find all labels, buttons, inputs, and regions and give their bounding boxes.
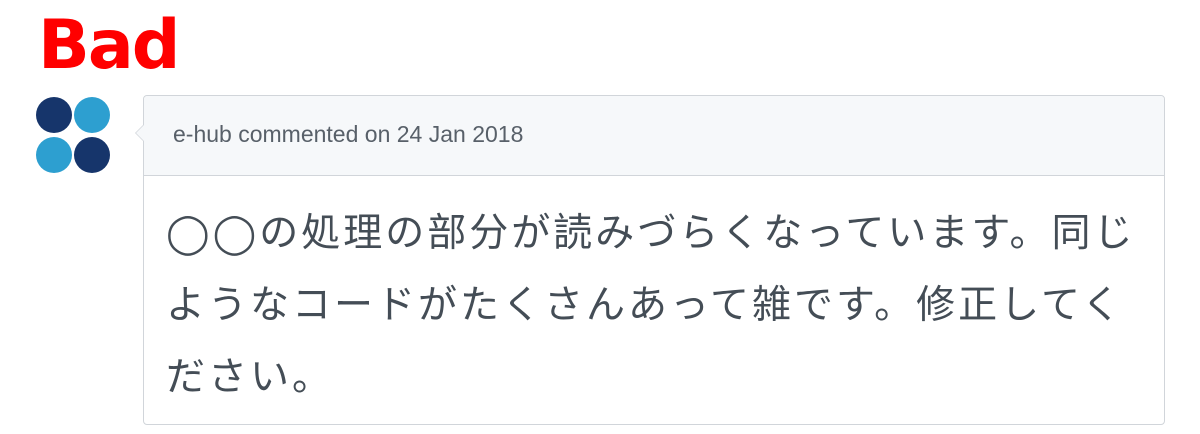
avatar[interactable] [34,96,114,176]
comment-meta: e-hub commented on 24 Jan 2018 [173,121,524,147]
comment-body: ◯◯の処理の部分が読みづらくなっています。同じようなコードがたくさんあって雑です… [166,211,1136,400]
verdict-label: Bad [38,6,180,85]
comment-header: e-hub commented on 24 Jan 2018 [135,96,1164,176]
comment-card: e-hub commented on 24 Jan 2018 ◯◯の処理の部分が… [135,95,1165,425]
four-circle-logo-icon [36,97,110,173]
review-example: Bad e-hub commented on 24 Jan 2018 ◯◯の処理… [0,0,1200,434]
